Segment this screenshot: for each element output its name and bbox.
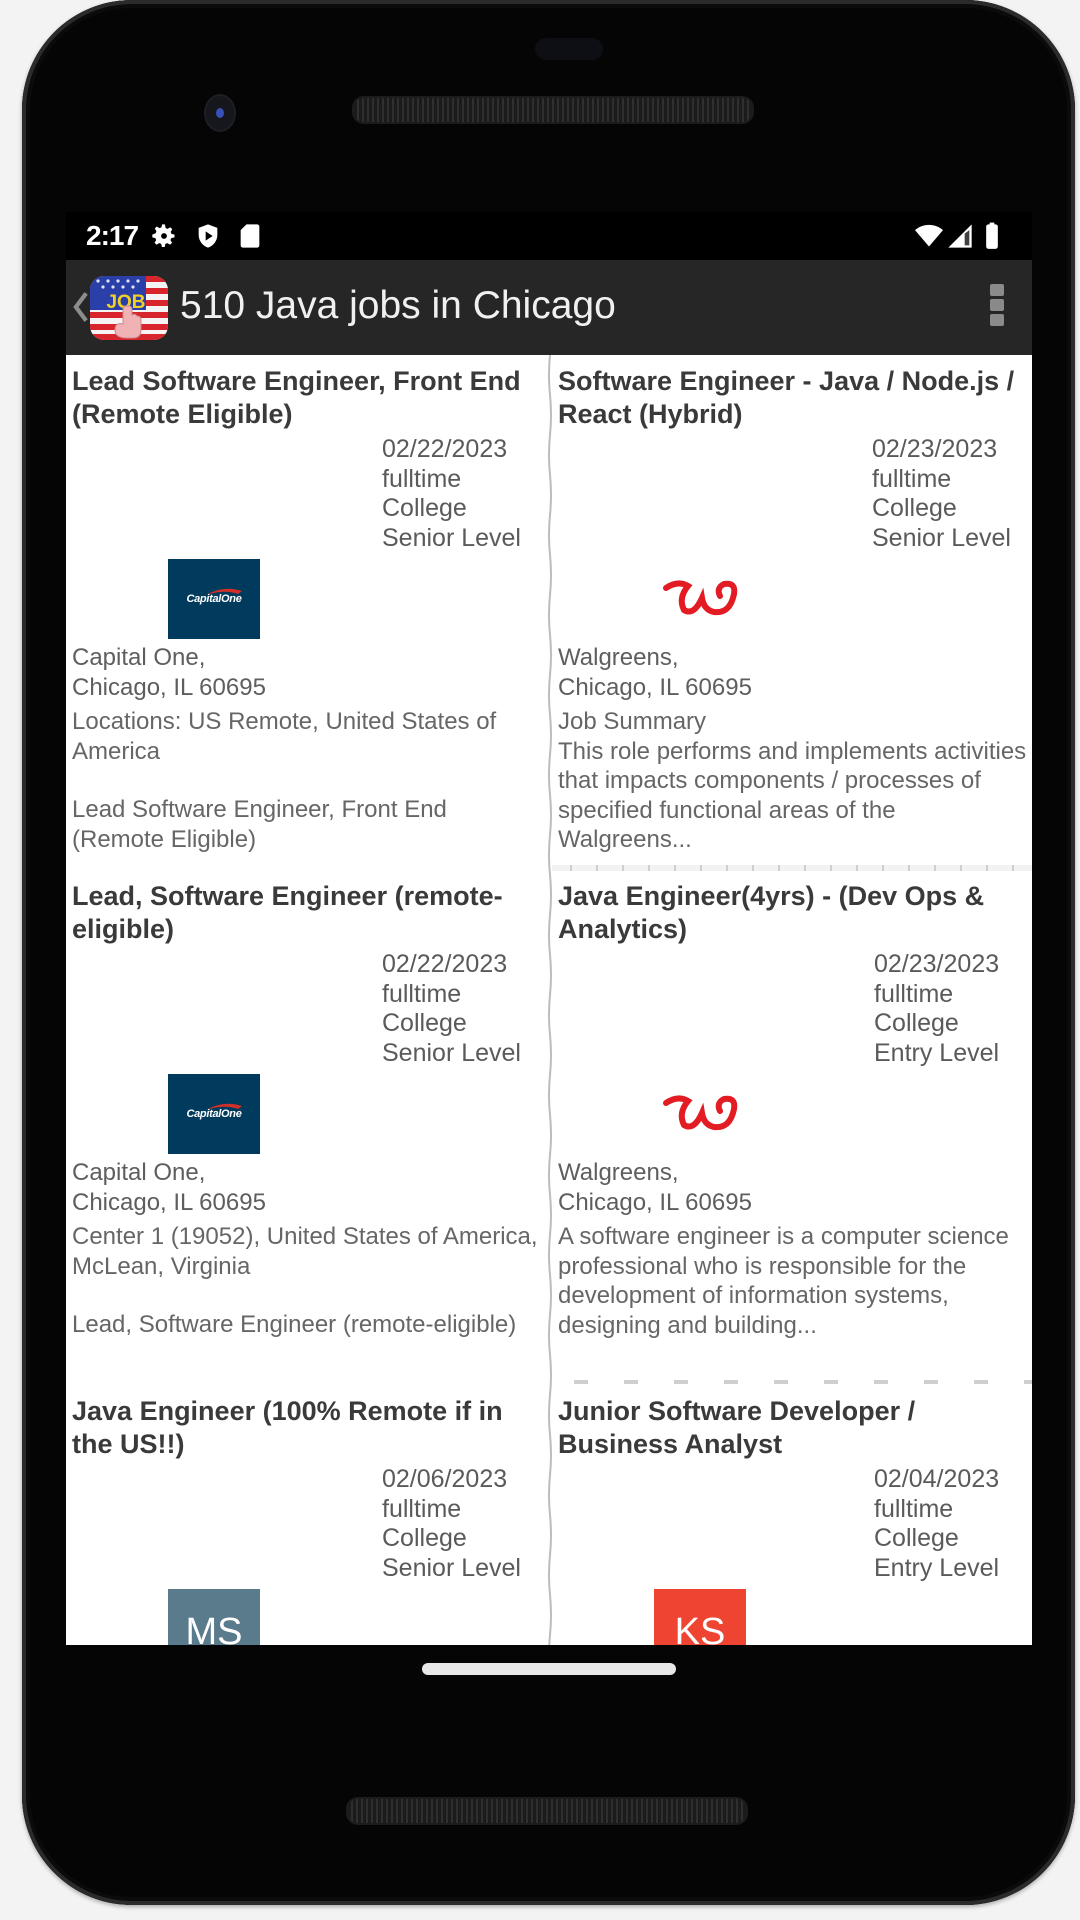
device-screen: 2:17 JOB 510 Java jobs in Chicago Lead S…: [66, 212, 1032, 1645]
job-education: College: [872, 494, 957, 522]
company-logo-initials: KS: [654, 1589, 746, 1645]
flag-job-logo-icon: JOB: [90, 276, 168, 340]
job-location: Chicago, IL 60695: [558, 1188, 752, 1216]
cell-signal-icon: [948, 224, 972, 248]
job-type: fulltime: [382, 464, 462, 493]
job-meta: 02/22/2023 fulltime College Senior Level: [382, 950, 521, 1068]
walgreens-w-icon: [663, 1095, 738, 1131]
company-location: Walgreens, Chicago, IL 60695: [558, 1158, 1028, 1217]
job-card[interactable]: Lead Software Engineer, Front End (Remot…: [66, 355, 546, 870]
job-location: Chicago, IL 60695: [558, 673, 752, 701]
job-education: College: [382, 1524, 467, 1552]
job-level: Senior Level: [382, 1038, 521, 1067]
walgreens-w-icon: [663, 580, 738, 616]
overflow-menu-icon[interactable]: [990, 284, 1006, 332]
job-type: fulltime: [382, 1494, 462, 1523]
job-card[interactable]: Software Engineer - Java / Node.js / Rea…: [552, 355, 1032, 870]
top-speaker-grille: [352, 96, 754, 124]
job-card[interactable]: Junior Software Developer / Business Ana…: [552, 1385, 1032, 1645]
job-date: 02/22/2023: [382, 950, 508, 978]
gear-icon: [152, 224, 175, 247]
job-title: Lead, Software Engineer (remote-eligible…: [72, 881, 503, 944]
battery-icon: [986, 222, 998, 249]
company-location: Capital One, Chicago, IL 60695: [72, 1158, 542, 1217]
company-name: Walgreens,: [558, 644, 679, 671]
chevron-left-icon[interactable]: [72, 290, 90, 324]
company-logo-capital-one: CapitalOne: [168, 559, 260, 639]
front-camera: [204, 94, 236, 132]
job-title: Java Engineer(4yrs) - (Dev Ops & Analyti…: [558, 881, 985, 944]
job-title: Junior Software Developer / Business Ana…: [558, 1396, 916, 1459]
job-date: 02/23/2023: [874, 950, 1000, 978]
bottom-speaker-grille: [346, 1797, 748, 1825]
job-type: fulltime: [874, 1494, 954, 1523]
company-logo-initials: MS: [168, 1589, 260, 1645]
job-description-secondary: Lead, Software Engineer (remote-eligible…: [72, 1311, 517, 1338]
company-name: Capital One,: [72, 1159, 206, 1186]
job-meta: 02/23/2023 fulltime College Entry Level: [874, 950, 999, 1068]
job-location: Chicago, IL 60695: [72, 1188, 266, 1216]
job-description: Center 1 (19052), United States of Ameri…: [72, 1223, 538, 1280]
job-title: Java Engineer (100% Remote if in the US!…: [72, 1396, 503, 1459]
home-gesture-bar[interactable]: [422, 1663, 676, 1675]
company-location: Capital One, Chicago, IL 60695: [72, 643, 542, 702]
job-type: fulltime: [382, 979, 462, 1008]
company-logo-capital-one: CapitalOne: [168, 1074, 260, 1154]
job-card[interactable]: Java Engineer (100% Remote if in the US!…: [66, 1385, 546, 1645]
company-logo-walgreens: [654, 559, 746, 639]
company-logo-walgreens: [654, 1074, 746, 1154]
status-time: 2:17: [86, 220, 139, 251]
page-title: 510 Java jobs in Chicago: [180, 284, 616, 327]
job-type: fulltime: [874, 979, 954, 1008]
job-card[interactable]: Lead, Software Engineer (remote-eligible…: [66, 870, 546, 1385]
job-title: Software Engineer - Java / Node.js / Rea…: [558, 366, 1015, 429]
job-meta: 02/23/2023 fulltime College Senior Level: [872, 435, 1011, 553]
company-name: Walgreens,: [558, 1159, 679, 1186]
job-description: A software engineer is a computer scienc…: [558, 1223, 1009, 1339]
job-description: Locations: US Remote, United States of A…: [72, 708, 497, 765]
job-level: Senior Level: [382, 1553, 521, 1582]
app-logo[interactable]: JOB: [90, 276, 168, 340]
job-education: College: [382, 1009, 467, 1037]
job-date: 02/23/2023: [872, 435, 998, 463]
job-meta: 02/22/2023 fulltime College Senior Level: [382, 435, 521, 553]
job-level: Senior Level: [382, 523, 521, 552]
job-description-secondary: Lead Software Engineer, Front End (Remot…: [72, 796, 447, 853]
job-education: College: [874, 1009, 959, 1037]
job-date: 02/06/2023: [382, 1465, 508, 1493]
company-name: Capital One,: [72, 644, 206, 671]
job-title: Lead Software Engineer, Front End (Remot…: [72, 366, 521, 429]
job-type: fulltime: [872, 464, 952, 493]
job-card[interactable]: Java Engineer(4yrs) - (Dev Ops & Analyti…: [552, 870, 1032, 1385]
job-education: College: [874, 1524, 959, 1552]
job-location: Chicago, IL 60695: [72, 673, 266, 701]
job-level: Entry Level: [874, 1038, 1000, 1067]
app-bar: JOB 510 Java jobs in Chicago: [66, 260, 1032, 355]
company-location: Walgreens, Chicago, IL 60695: [558, 643, 1028, 702]
job-meta: 02/06/2023 fulltime College Senior Level: [382, 1465, 521, 1583]
sd-card-icon: [240, 224, 260, 248]
job-description: Job Summary This role performs and imple…: [558, 708, 1027, 853]
job-level: Senior Level: [872, 523, 1011, 552]
job-education: College: [382, 494, 467, 522]
shield-play-icon: [198, 224, 218, 248]
status-bar: 2:17: [66, 212, 1032, 260]
job-level: Entry Level: [874, 1553, 1000, 1582]
phone-sensor: [535, 38, 603, 60]
job-date: 02/22/2023: [382, 435, 508, 463]
job-meta: 02/04/2023 fulltime College Entry Level: [874, 1465, 999, 1583]
job-date: 02/04/2023: [874, 1465, 1000, 1493]
job-grid: Lead Software Engineer, Front End (Remot…: [66, 355, 1032, 1645]
wifi-icon: [915, 224, 943, 247]
